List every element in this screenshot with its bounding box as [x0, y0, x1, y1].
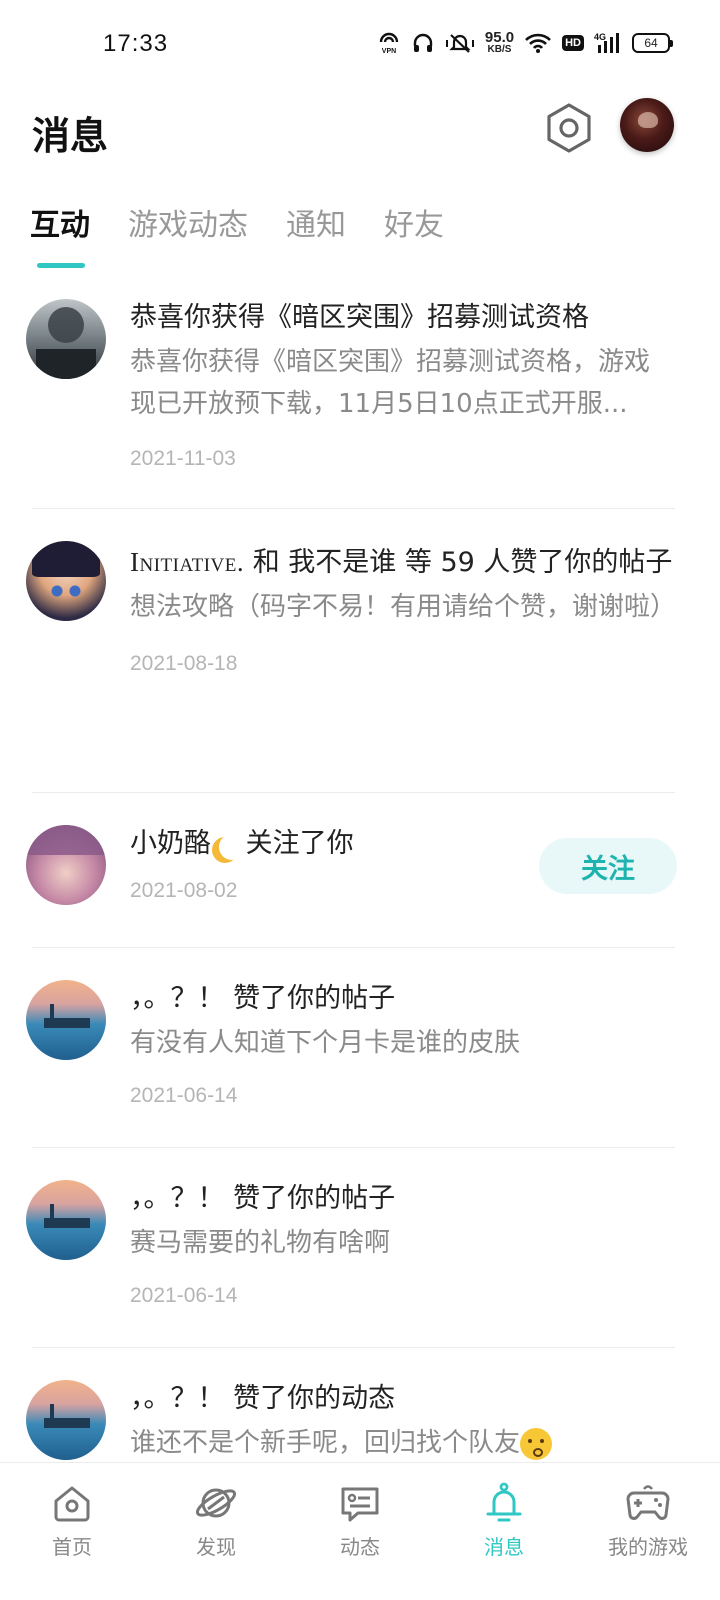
status-time: 17:33 — [103, 30, 169, 57]
avatar — [26, 825, 106, 905]
planet-icon — [195, 1488, 237, 1518]
message-title: ，。？！ 赞了你的帖子 — [130, 983, 396, 1014]
chat-card-icon — [341, 1487, 379, 1522]
message-date: 2021-08-18 — [130, 652, 238, 675]
wifi-icon — [524, 32, 552, 54]
signal-icon: 4G — [594, 31, 622, 55]
message-list: 恭喜你获得《暗区突围》招募测试资格 恭喜你获得《暗区突围》招募测试资格，游戏现已… — [0, 285, 720, 1548]
nav-messages[interactable]: 消息 — [432, 1463, 576, 1600]
svg-text:4G: 4G — [594, 32, 606, 42]
message-user[interactable]: Initiative. — [130, 547, 244, 577]
message-date: 2021-06-14 — [130, 1084, 238, 1107]
status-bar: 17:33 VPN 95.0 KB/S HD 4G 64 — [0, 0, 720, 90]
gamepad-icon — [626, 1485, 670, 1520]
message-body: 恭喜你获得《暗区突围》招募测试资格，游戏现已开放预下载，11月5日10点正式开服… — [130, 347, 651, 419]
message-date: 2021-06-14 — [130, 1284, 238, 1307]
tab-notifications[interactable]: 通知 — [286, 200, 346, 270]
avatar — [26, 541, 106, 621]
kiss-emoji-icon — [520, 1427, 553, 1460]
home-icon — [54, 1486, 90, 1522]
header: 消息 — [0, 95, 720, 165]
list-item[interactable]: Initiative. 和 我不是谁 等 59 人赞了你的帖子 想法攻略（码字不… — [26, 509, 677, 793]
follow-button[interactable]: 关注 — [539, 838, 677, 894]
avatar — [26, 299, 106, 379]
crescent-moon-icon — [219, 834, 245, 860]
status-icons: VPN 95.0 KB/S HD 4G 64 — [377, 29, 673, 55]
avatar — [26, 1380, 106, 1460]
bell-icon — [486, 1482, 522, 1522]
message-body: 谁还不是个新手呢，回归找个队友 — [130, 1422, 675, 1464]
vibrate-icon — [445, 31, 475, 55]
message-body: 想法攻略（码字不易！有用请给个赞，谢谢啦） — [130, 592, 677, 622]
svg-text:VPN: VPN — [382, 48, 396, 55]
tab-friends[interactable]: 好友 — [384, 200, 444, 270]
headset-icon — [411, 31, 435, 55]
tab-indicator — [37, 263, 85, 268]
hd-badge: HD — [562, 34, 584, 51]
list-item[interactable]: ，。？！ 赞了你的帖子 赛马需要的礼物有啥啊 2021-06-14 — [26, 1148, 675, 1348]
page-title: 消息 — [32, 114, 109, 158]
list-item[interactable]: 小奶酪 关注了你 2021-08-02 关注 — [26, 793, 677, 948]
hexagon-settings-icon — [547, 103, 591, 153]
message-date: 2021-11-03 — [130, 447, 236, 470]
avatar — [26, 980, 106, 1060]
tab-game-news[interactable]: 游戏动态 — [128, 200, 248, 270]
nav-home[interactable]: 首页 — [0, 1463, 144, 1600]
list-item[interactable]: 恭喜你获得《暗区突围》招募测试资格 恭喜你获得《暗区突围》招募测试资格，游戏现已… — [26, 285, 675, 509]
nav-my-games[interactable]: 我的游戏 — [576, 1463, 720, 1600]
message-user[interactable]: 小奶酪 — [130, 828, 211, 859]
message-tabs: 互动 游戏动态 通知 好友 — [30, 200, 444, 270]
battery-indicator: 64 — [632, 32, 673, 53]
message-title: ，。？！ 赞了你的动态 — [130, 1383, 396, 1414]
message-title: ，。？！ 赞了你的帖子 — [130, 1183, 396, 1214]
message-body: 有没有人知道下个月卡是谁的皮肤 — [130, 1028, 521, 1058]
message-body: 赛马需要的礼物有啥啊 — [130, 1228, 391, 1258]
vpn-icon: VPN — [377, 31, 401, 55]
list-item[interactable]: ，。？！ 赞了你的帖子 有没有人知道下个月卡是谁的皮肤 2021-06-14 — [26, 948, 675, 1148]
tab-interaction[interactable]: 互动 — [30, 200, 90, 270]
user-avatar[interactable] — [620, 98, 674, 152]
message-title: 恭喜你获得《暗区突围》招募测试资格 — [130, 302, 589, 333]
bottom-nav: 首页 发现 动态 消息 我的游戏 — [0, 1462, 720, 1600]
settings-button[interactable] — [545, 102, 593, 154]
avatar — [26, 1180, 106, 1260]
network-speed: 95.0 KB/S — [484, 29, 515, 55]
nav-feed[interactable]: 动态 — [288, 1463, 432, 1600]
message-title: Initiative. 和 我不是谁 等 59 人赞了你的帖子 — [130, 547, 673, 578]
nav-discover[interactable]: 发现 — [144, 1463, 288, 1600]
